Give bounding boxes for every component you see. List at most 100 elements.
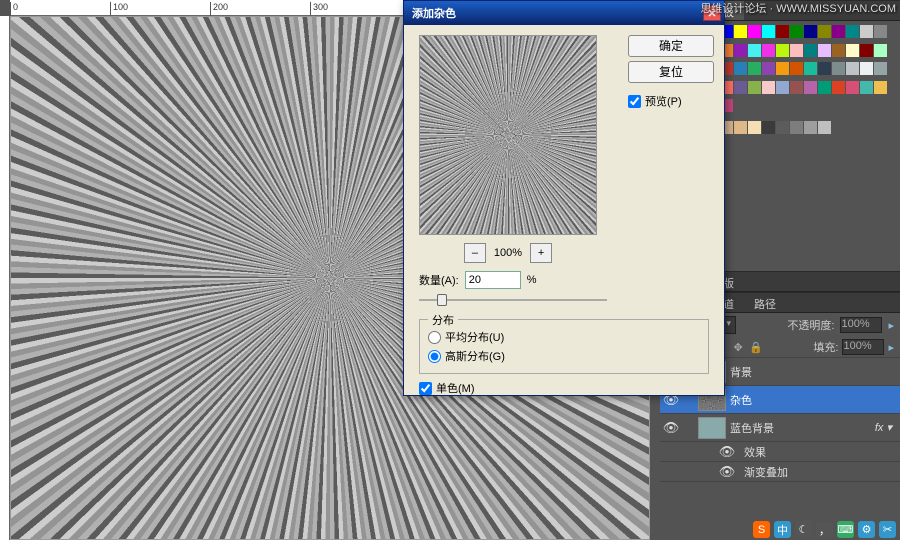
amount-slider[interactable] — [419, 291, 607, 309]
color-swatch[interactable] — [874, 81, 887, 94]
color-swatch[interactable] — [804, 121, 817, 134]
color-swatch[interactable] — [790, 81, 803, 94]
chevron-right-icon[interactable]: ▸ — [888, 341, 894, 354]
color-swatch[interactable] — [776, 81, 789, 94]
color-swatch[interactable] — [860, 44, 873, 57]
color-swatch[interactable] — [804, 44, 817, 57]
opacity-label: 不透明度: — [787, 317, 834, 333]
color-swatch[interactable] — [762, 121, 775, 134]
preview-checkbox-row[interactable]: 预览(P) — [628, 93, 714, 109]
layer-fx-item[interactable]: 👁 渐变叠加 — [660, 462, 900, 482]
color-swatch[interactable] — [734, 25, 747, 38]
opacity-input[interactable]: 100% — [840, 317, 882, 333]
color-swatch[interactable] — [790, 44, 803, 57]
amount-label: 数量(A): — [419, 272, 459, 288]
color-swatch[interactable] — [818, 121, 831, 134]
system-tray: S 中 ☾ ， ⌨ ⚙ ✂ — [753, 521, 896, 538]
color-swatch[interactable] — [846, 81, 859, 94]
layer-name: 杂色 — [730, 392, 752, 408]
tray-icon-gear[interactable]: ⚙ — [858, 521, 875, 538]
color-swatch[interactable] — [832, 25, 845, 38]
visibility-icon[interactable]: 👁 — [660, 420, 682, 436]
reset-button[interactable]: 复位 — [628, 61, 714, 83]
color-swatch[interactable] — [860, 62, 873, 75]
fx-badge[interactable]: fx ▾ — [875, 421, 892, 434]
tray-icon-punct[interactable]: ， — [816, 521, 833, 538]
chevron-right-icon[interactable]: ▸ — [888, 319, 894, 332]
color-swatch[interactable] — [762, 81, 775, 94]
tray-icon-s[interactable]: S — [753, 521, 770, 538]
color-swatch[interactable] — [832, 81, 845, 94]
color-swatch[interactable] — [762, 44, 775, 57]
color-swatch[interactable] — [748, 81, 761, 94]
color-swatch[interactable] — [804, 81, 817, 94]
visibility-icon[interactable]: 👁 — [716, 464, 738, 480]
gaussian-radio-row[interactable]: 高斯分布(G) — [428, 348, 700, 364]
color-swatch[interactable] — [776, 44, 789, 57]
uniform-radio[interactable] — [428, 331, 441, 344]
color-swatch[interactable] — [860, 25, 873, 38]
zoom-out-button[interactable]: – — [464, 243, 486, 263]
zoom-in-button[interactable]: + — [530, 243, 552, 263]
color-swatch[interactable] — [734, 81, 747, 94]
tray-icon-keyboard[interactable]: ⌨ — [837, 521, 854, 538]
tab-paths[interactable]: 路径 — [744, 293, 786, 312]
color-swatch[interactable] — [832, 62, 845, 75]
ruler-vertical — [0, 16, 10, 540]
color-swatch[interactable] — [818, 44, 831, 57]
lock-move-icon[interactable]: ✥ — [731, 340, 745, 354]
watermark: 思维设计论坛 · WWW.MISSYUAN.COM — [700, 0, 896, 16]
tray-icon-zh[interactable]: 中 — [774, 521, 791, 538]
color-swatch[interactable] — [874, 44, 887, 57]
color-swatch[interactable] — [804, 62, 817, 75]
color-swatch[interactable] — [748, 121, 761, 134]
color-swatch[interactable] — [874, 62, 887, 75]
dialog-titlebar[interactable]: 添加杂色 ✕ — [404, 1, 724, 25]
fx-label: 效果 — [744, 444, 766, 460]
ruler-tick: 100 — [110, 2, 128, 16]
amount-input[interactable] — [465, 271, 521, 289]
preview-thumbnail — [419, 35, 597, 235]
layer-row-blue-bg[interactable]: 👁 蓝色背景 fx ▾ — [660, 414, 900, 442]
color-swatch[interactable] — [748, 62, 761, 75]
color-swatch[interactable] — [832, 44, 845, 57]
lock-all-icon[interactable]: 🔒 — [749, 340, 763, 354]
color-swatch[interactable] — [790, 62, 803, 75]
uniform-radio-row[interactable]: 平均分布(U) — [428, 329, 700, 345]
color-swatch[interactable] — [776, 121, 789, 134]
color-swatch[interactable] — [762, 25, 775, 38]
tray-icon-tool[interactable]: ✂ — [879, 521, 896, 538]
color-swatch[interactable] — [748, 44, 761, 57]
tray-icon-moon[interactable]: ☾ — [795, 521, 812, 538]
monochrome-checkbox-row[interactable]: 单色(M) — [419, 380, 714, 396]
color-swatch[interactable] — [804, 25, 817, 38]
color-swatch[interactable] — [734, 62, 747, 75]
ok-button[interactable]: 确定 — [628, 35, 714, 57]
color-swatch[interactable] — [748, 25, 761, 38]
color-swatch[interactable] — [762, 62, 775, 75]
color-swatch[interactable] — [846, 62, 859, 75]
monochrome-checkbox[interactable] — [419, 382, 432, 395]
slider-thumb[interactable] — [437, 294, 447, 306]
color-swatch[interactable] — [734, 44, 747, 57]
dialog-title: 添加杂色 — [412, 5, 456, 21]
gaussian-radio[interactable] — [428, 350, 441, 363]
amount-unit: % — [527, 274, 537, 286]
layer-fx-row[interactable]: 👁 效果 — [660, 442, 900, 462]
color-swatch[interactable] — [860, 81, 873, 94]
color-swatch[interactable] — [818, 81, 831, 94]
color-swatch[interactable] — [874, 25, 887, 38]
color-swatch[interactable] — [790, 25, 803, 38]
color-swatch[interactable] — [846, 44, 859, 57]
fill-input[interactable]: 100% — [842, 339, 884, 355]
preview-checkbox[interactable] — [628, 95, 641, 108]
color-swatch[interactable] — [818, 25, 831, 38]
color-swatch[interactable] — [846, 25, 859, 38]
visibility-icon[interactable]: 👁 — [716, 444, 738, 460]
color-swatch[interactable] — [776, 62, 789, 75]
color-swatch[interactable] — [818, 62, 831, 75]
color-swatch[interactable] — [776, 25, 789, 38]
add-noise-dialog: 添加杂色 ✕ 确定 复位 预览(P) – 100% + 数量(A): % 分布 — [403, 0, 725, 396]
color-swatch[interactable] — [790, 121, 803, 134]
color-swatch[interactable] — [734, 121, 747, 134]
